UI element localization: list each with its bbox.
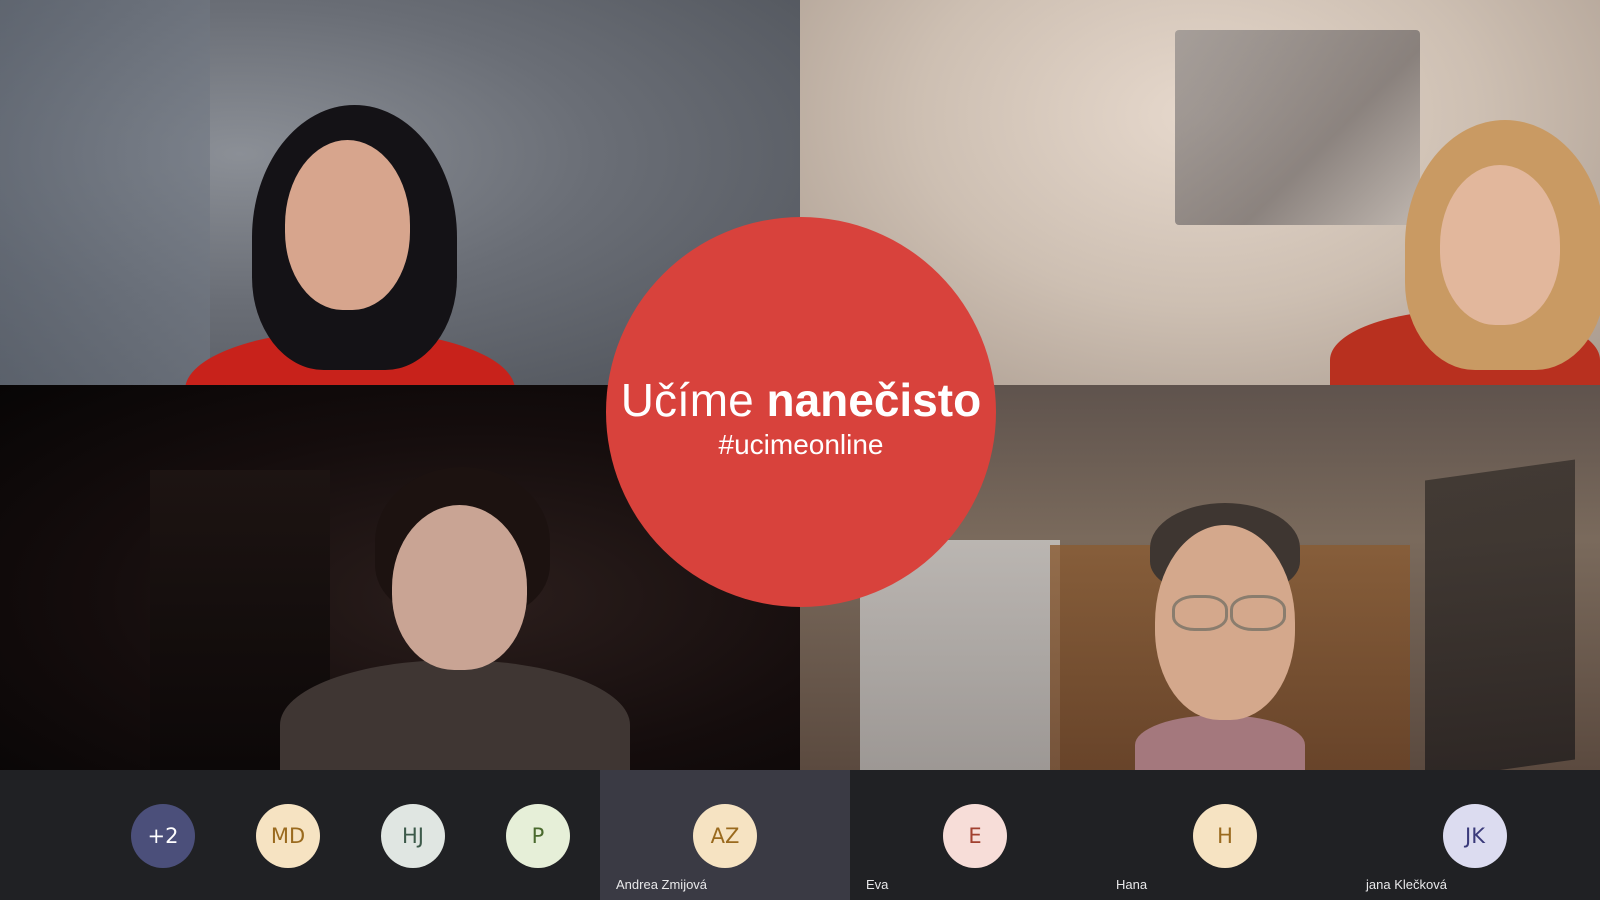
logo-title: Učíme nanečisto xyxy=(621,374,981,426)
avatar: E xyxy=(943,804,1007,868)
participant-strip: +2 MD HJ P AZ Andrea Zmijová E Eva H Han… xyxy=(0,770,1600,900)
face xyxy=(285,140,410,310)
participant-name: jana Klečková xyxy=(1366,877,1447,892)
ucime-nanecisto-logo: Učíme nanečisto #ucimeonline xyxy=(606,217,996,607)
dark-top xyxy=(280,660,630,770)
logo-title-bold: nanečisto xyxy=(766,374,982,426)
bookshelf xyxy=(1425,459,1575,770)
face xyxy=(1440,165,1560,325)
face xyxy=(392,505,527,670)
participant-tile-hana[interactable]: H Hana xyxy=(1100,770,1350,900)
video-call-stage: Učíme nanečisto #ucimeonline +2 MD HJ P … xyxy=(0,0,1600,900)
participant-tile-jana[interactable]: JK jana Klečková xyxy=(1350,770,1600,900)
avatar: H xyxy=(1193,804,1257,868)
background-wall xyxy=(0,0,210,385)
participant-tile-eva[interactable]: E Eva xyxy=(850,770,1100,900)
shirt xyxy=(1135,715,1305,770)
participant-name: Andrea Zmijová xyxy=(616,877,708,892)
logo-hashtag: #ucimeonline xyxy=(718,429,884,460)
picture-frame xyxy=(1175,30,1420,225)
participant-name: Hana xyxy=(1116,877,1148,892)
avatar: AZ xyxy=(693,804,757,868)
avatar: JK xyxy=(1443,804,1507,868)
logo-title-light: Učíme xyxy=(620,374,754,426)
participant-tile-andrea[interactable]: AZ Andrea Zmijová xyxy=(600,770,850,900)
glasses-right-lens xyxy=(1230,595,1286,631)
avatar: P xyxy=(506,804,570,868)
participant-name: Eva xyxy=(866,877,889,892)
glasses-left-lens xyxy=(1172,595,1228,631)
